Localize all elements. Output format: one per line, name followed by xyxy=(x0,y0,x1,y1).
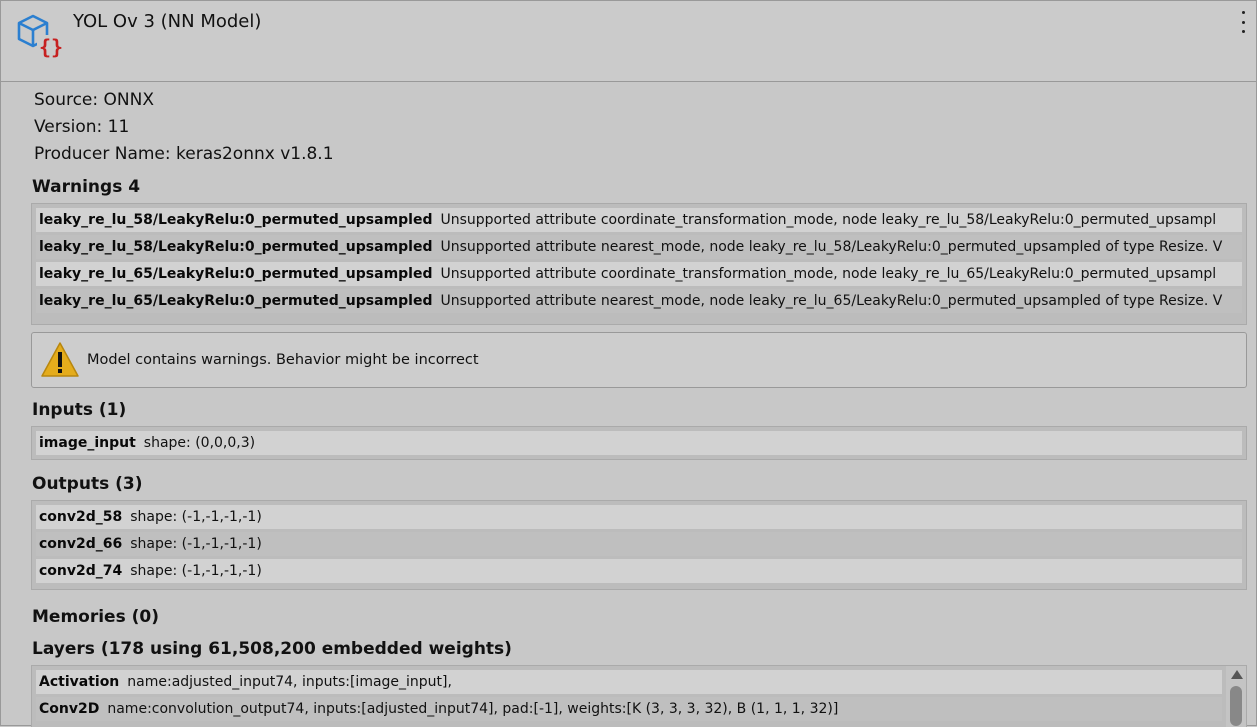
warnings-list: leaky_re_lu_58/LeakyRelu:0_permuted_upsa… xyxy=(31,203,1247,325)
layer-details: name:adjusted_input74, inputs:[image_inp… xyxy=(127,674,452,690)
warning-row[interactable]: leaky_re_lu_58/LeakyRelu:0_permuted_upsa… xyxy=(36,208,1242,232)
warning-node-name: leaky_re_lu_58/LeakyRelu:0_permuted_upsa… xyxy=(39,239,433,255)
layers-scrollbar[interactable] xyxy=(1226,666,1246,727)
layer-row[interactable]: Activation name:adjusted_input74, inputs… xyxy=(36,670,1222,694)
warning-row[interactable]: leaky_re_lu_65/LeakyRelu:0_permuted_upsa… xyxy=(36,262,1242,286)
warning-node-name: leaky_re_lu_58/LeakyRelu:0_permuted_upsa… xyxy=(39,212,433,228)
layers-list[interactable]: Activation name:adjusted_input74, inputs… xyxy=(31,665,1247,727)
outputs-heading: Outputs (3) xyxy=(32,474,143,494)
layer-type: Conv2D xyxy=(39,701,100,717)
inspector-window: {} YOL Ov 3 (NN Model) Source: ONNX Vers… xyxy=(0,0,1257,727)
warning-node-name: leaky_re_lu_65/LeakyRelu:0_permuted_upsa… xyxy=(39,266,433,282)
producer-label: Producer Name: keras2onnx v1.8.1 xyxy=(34,144,334,164)
layers-heading: Layers (178 using 61,508,200 embedded we… xyxy=(32,639,512,659)
output-row[interactable]: conv2d_58 shape: (-1,-1,-1,-1) xyxy=(36,505,1242,529)
warning-row[interactable]: leaky_re_lu_65/LeakyRelu:0_permuted_upsa… xyxy=(36,289,1242,313)
output-name: conv2d_66 xyxy=(39,536,123,552)
output-shape: shape: (-1,-1,-1,-1) xyxy=(130,509,262,525)
onnx-model-asset-icon: {} xyxy=(17,14,63,59)
scroll-up-arrow-icon[interactable] xyxy=(1231,670,1243,679)
inputs-list: image_input shape: (0,0,0,3) xyxy=(31,426,1247,460)
version-label: Version: 11 xyxy=(34,117,130,137)
output-row[interactable]: conv2d_74 shape: (-1,-1,-1,-1) xyxy=(36,559,1242,583)
asset-title: YOL Ov 3 (NN Model) xyxy=(73,11,262,32)
warnings-heading: Warnings 4 xyxy=(32,177,141,197)
layer-details: name:convolution_output74, inputs:[adjus… xyxy=(107,701,839,717)
warning-triangle-icon xyxy=(41,342,79,377)
output-shape: shape: (-1,-1,-1,-1) xyxy=(130,536,262,552)
input-row[interactable]: image_input shape: (0,0,0,3) xyxy=(36,431,1242,455)
warning-message: Unsupported attribute coordinate_transfo… xyxy=(440,266,1217,282)
outputs-list: conv2d_58 shape: (-1,-1,-1,-1) conv2d_66… xyxy=(31,500,1247,590)
layer-type: Activation xyxy=(39,674,120,690)
warning-row[interactable]: leaky_re_lu_58/LeakyRelu:0_permuted_upsa… xyxy=(36,235,1242,259)
warning-message: Unsupported attribute nearest_mode, node… xyxy=(440,239,1223,255)
output-row[interactable]: conv2d_66 shape: (-1,-1,-1,-1) xyxy=(36,532,1242,556)
memories-heading: Memories (0) xyxy=(32,607,159,627)
output-name: conv2d_58 xyxy=(39,509,123,525)
warning-message-text: Model contains warnings. Behavior might … xyxy=(87,352,479,368)
kebab-menu-icon[interactable] xyxy=(1240,11,1246,33)
svg-text:{}: {} xyxy=(39,35,63,59)
warning-node-name: leaky_re_lu_65/LeakyRelu:0_permuted_upsa… xyxy=(39,293,433,309)
inspector-header: {} YOL Ov 3 (NN Model) xyxy=(1,1,1256,82)
input-name: image_input xyxy=(39,435,136,451)
source-label: Source: ONNX xyxy=(34,90,154,110)
inputs-heading: Inputs (1) xyxy=(32,400,127,420)
warning-helpbox: Model contains warnings. Behavior might … xyxy=(31,332,1247,388)
warning-message: Unsupported attribute nearest_mode, node… xyxy=(440,293,1223,309)
scroll-thumb[interactable] xyxy=(1230,686,1242,726)
layer-row[interactable]: Conv2D name:convolution_output74, inputs… xyxy=(36,697,1222,721)
input-shape: shape: (0,0,0,3) xyxy=(143,435,256,451)
output-shape: shape: (-1,-1,-1,-1) xyxy=(130,563,262,579)
warning-message: Unsupported attribute coordinate_transfo… xyxy=(440,212,1217,228)
output-name: conv2d_74 xyxy=(39,563,123,579)
